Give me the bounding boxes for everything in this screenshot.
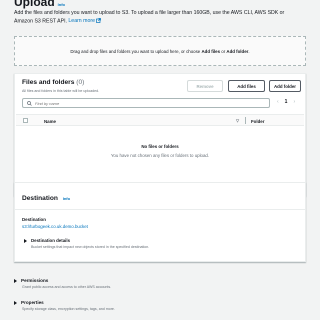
- files-and-folders-panel: Files and folders (0) All files and fold…: [14, 73, 306, 196]
- destination-label: Destination: [22, 217, 46, 222]
- destination-details-toggle[interactable]: Destination details: [24, 238, 70, 243]
- empty-state-title: No files or folders: [141, 144, 179, 149]
- column-folder[interactable]: Folder: [251, 119, 264, 124]
- destination-title-text: Destination: [22, 195, 58, 202]
- external-link-icon: [96, 17, 102, 23]
- permissions-description: Grant public access and access to other …: [22, 285, 112, 289]
- search-box[interactable]: [22, 98, 270, 108]
- properties-title: Properties: [21, 300, 44, 305]
- page-title: Upload: [14, 0, 55, 9]
- drop-zone-add-files[interactable]: Add files: [201, 49, 220, 54]
- properties-description: Specify storage class, encryption settin…: [22, 307, 115, 311]
- column-name[interactable]: Name: [44, 119, 56, 124]
- permissions-section[interactable]: Permissions Grant public access and acce…: [14, 278, 306, 289]
- files-panel-title-text: Files and folders: [22, 79, 75, 86]
- destination-panel: Destination Info Destination s3://turbog…: [14, 182, 306, 262]
- remove-button[interactable]: Remove: [187, 80, 223, 92]
- permissions-title: Permissions: [21, 278, 49, 283]
- learn-more-link[interactable]: Learn more: [68, 17, 102, 25]
- pagination: ‹ 1 ›: [277, 99, 295, 105]
- table-header: Name ▽ Folder: [16, 114, 304, 126]
- files-panel-subtitle: All files and folders in this table will…: [22, 89, 100, 93]
- intro-text: Add the files and folders you want to up…: [14, 10, 304, 26]
- select-all-checkbox[interactable]: [23, 118, 28, 123]
- destination-details-description: Bucket settings that impact new objects …: [31, 245, 150, 249]
- intro-description: Add the files and folders you want to up…: [14, 10, 285, 25]
- add-files-button[interactable]: Add files: [228, 80, 265, 92]
- info-link[interactable]: Info: [58, 2, 65, 7]
- properties-section[interactable]: Properties Specify storage class, encryp…: [14, 300, 306, 311]
- chevron-right-icon[interactable]: ›: [293, 99, 295, 105]
- column-divider: [245, 117, 246, 124]
- search-input[interactable]: [35, 100, 255, 106]
- drop-zone-add-folder[interactable]: Add folder: [226, 49, 248, 54]
- search-icon: [27, 100, 32, 106]
- add-folder-button[interactable]: Add folder: [269, 80, 301, 92]
- page-number[interactable]: 1: [285, 99, 288, 105]
- divider: [15, 209, 305, 210]
- page-title-row: Upload Info: [14, 0, 65, 9]
- properties-toggle[interactable]: Properties: [14, 300, 306, 305]
- chevron-left-icon[interactable]: ‹: [277, 99, 279, 105]
- files-count: (0): [76, 79, 85, 86]
- drop-zone[interactable]: Drag and drop files and folders you want…: [14, 36, 306, 66]
- files-panel-title: Files and folders (0): [22, 79, 84, 86]
- caret-right-icon: [14, 278, 17, 283]
- sort-down-icon[interactable]: ▽: [236, 118, 239, 123]
- permissions-toggle[interactable]: Permissions: [14, 278, 306, 283]
- destination-info-link[interactable]: Info: [63, 196, 70, 201]
- empty-state-description: You have not chosen any files or folders…: [110, 153, 210, 158]
- destination-title: Destination Info: [22, 195, 70, 202]
- caret-right-icon: [14, 300, 17, 305]
- destination-bucket-link[interactable]: s3://turbogeek.co.uk.demo.bucket: [22, 224, 88, 229]
- drop-zone-text: Drag and drop files and folders you want…: [70, 48, 201, 54]
- caret-right-icon: [24, 238, 27, 243]
- learn-more-label: Learn more: [68, 18, 95, 25]
- destination-details-title: Destination details: [31, 238, 71, 243]
- drop-zone-or: or: [221, 48, 226, 54]
